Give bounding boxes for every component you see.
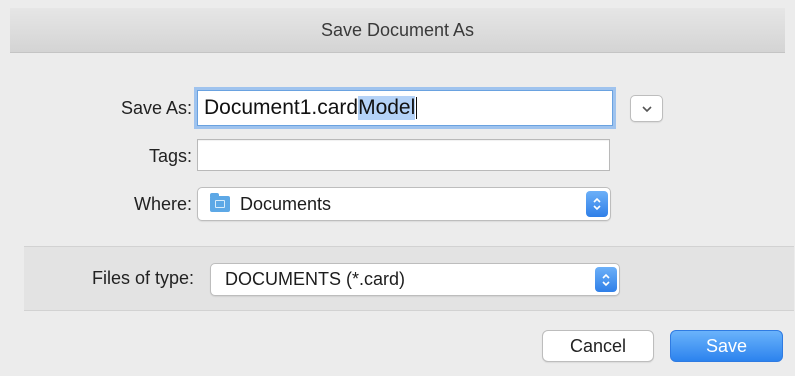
- file-type-label: Files of type:: [91, 268, 194, 288]
- popup-stepper-icon: [595, 267, 617, 292]
- expand-dialog-button[interactable]: [630, 95, 663, 122]
- tags-label: Tags:: [148, 146, 192, 166]
- save-as-label: Save As:: [120, 98, 192, 118]
- window-titlebar: Save Document As: [10, 8, 785, 53]
- where-label: Where:: [133, 194, 192, 214]
- filename-selected-text: Model: [358, 96, 416, 120]
- where-popup[interactable]: Documents: [197, 187, 611, 221]
- filename-input[interactable]: Document1.card Model: [197, 90, 613, 126]
- folder-icon: [210, 193, 230, 212]
- window-title: Save Document As: [320, 19, 475, 40]
- file-type-popup[interactable]: DOCUMENTS (*.card): [210, 263, 620, 296]
- file-type-value: DOCUMENTS (*.card): [225, 269, 406, 289]
- save-dialog: Save As: Document1.card Model Tags: Where…: [10, 53, 794, 368]
- tags-input[interactable]: [197, 139, 610, 171]
- chevron-down-icon: [641, 105, 652, 112]
- where-value: Documents: [240, 193, 332, 214]
- filename-text: Document1.card: [204, 96, 359, 119]
- cancel-button[interactable]: Cancel: [542, 330, 654, 362]
- file-type-panel: Files of type: DOCUMENTS (*.card): [24, 246, 794, 311]
- save-button[interactable]: Save: [670, 330, 783, 362]
- popup-stepper-icon: [586, 191, 608, 217]
- text-caret: [416, 97, 418, 119]
